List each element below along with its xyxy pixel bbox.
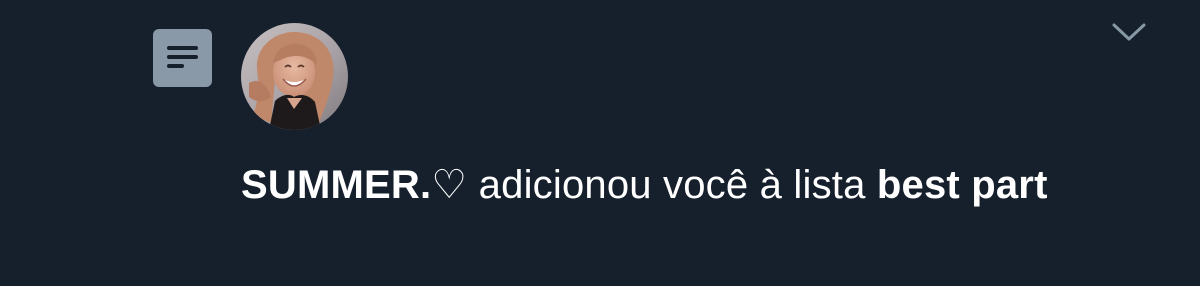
chevron-down-icon[interactable]: [1110, 18, 1148, 46]
action-text: adicionou você à lista: [467, 163, 877, 207]
list-added-notification[interactable]: SUMMER.♡ adicionou você à lista best par…: [0, 0, 1200, 286]
user-name[interactable]: SUMMER.♡: [241, 163, 467, 207]
list-name[interactable]: best part: [877, 163, 1048, 207]
notification-text: SUMMER.♡ adicionou você à lista best par…: [241, 157, 1111, 213]
avatar[interactable]: [241, 23, 348, 130]
list-icon: [153, 29, 212, 87]
